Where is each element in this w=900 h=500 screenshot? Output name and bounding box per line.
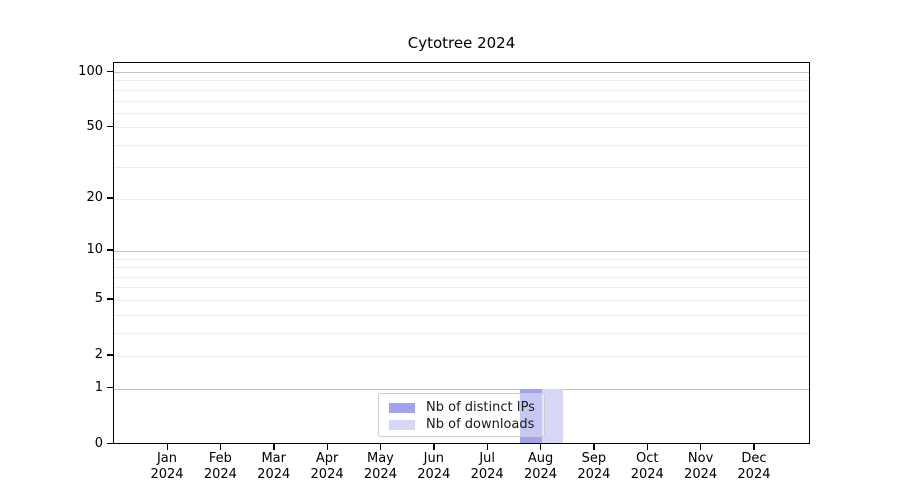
x-axis-tick	[540, 444, 541, 450]
legend-entry-distinct-ips: Nb of distinct IPs	[389, 400, 544, 416]
download-stats-chart: Cytotree 2024 0 1 2 5 10 20 50 100 Jan2024Feb202…	[0, 0, 900, 500]
gridline-minor	[114, 113, 809, 114]
legend: Nb of distinct IPs Nb of downloads	[378, 393, 545, 437]
legend-entry-downloads: Nb of downloads	[389, 417, 544, 433]
gridline-minor	[114, 287, 809, 288]
gridline-major	[114, 389, 809, 390]
x-axis-tick	[647, 444, 648, 450]
x-axis-tick-label: Jan2024	[140, 451, 194, 483]
legend-swatch-distinct-ips	[389, 403, 415, 413]
x-axis-tick	[433, 444, 434, 450]
gridline-minor	[114, 90, 809, 91]
x-axis-tick	[700, 444, 701, 450]
gridline-minor	[114, 333, 809, 334]
legend-label-distinct-ips: Nb of distinct IPs	[426, 401, 535, 415]
gridline-minor	[114, 199, 809, 200]
x-axis-tick-label: Apr2024	[300, 451, 354, 483]
x-axis-tick-label: Jun2024	[407, 451, 461, 483]
gridline-major	[114, 251, 809, 252]
gridline-minor	[114, 259, 809, 260]
gridline-minor	[114, 315, 809, 316]
gridline-minor	[114, 356, 809, 357]
x-axis-tick	[273, 444, 274, 450]
gridline-minor	[114, 101, 809, 102]
gridline-minor	[114, 145, 809, 146]
x-axis-tick	[487, 444, 488, 450]
x-axis-tick-label: Mar2024	[247, 451, 301, 483]
x-axis-tick	[380, 444, 381, 450]
gridline-minor	[114, 277, 809, 278]
y-axis-tick-label: 100	[57, 65, 103, 78]
x-axis-tick-label: Nov2024	[674, 451, 728, 483]
chart-title: Cytotree 2024	[113, 34, 810, 52]
x-axis-tick	[220, 444, 221, 450]
gridline-major	[114, 72, 809, 73]
x-axis-tick-label: May2024	[353, 451, 407, 483]
y-axis-tick	[107, 197, 113, 198]
x-axis-tick-label: Oct2024	[620, 451, 674, 483]
y-axis-tick	[107, 71, 113, 72]
y-axis-tick	[107, 298, 113, 299]
y-axis-tick-label: 2	[57, 348, 103, 361]
gridline-minor	[114, 127, 809, 128]
y-axis-tick	[107, 354, 113, 355]
x-axis-tick	[753, 444, 754, 450]
y-axis-tick	[107, 443, 113, 444]
x-axis-tick	[593, 444, 594, 450]
y-axis-tick-label: 20	[57, 191, 103, 204]
y-axis-tick-label: 1	[57, 381, 103, 394]
legend-swatch-downloads	[389, 420, 415, 430]
x-axis-tick-label: Jul2024	[460, 451, 514, 483]
x-axis-tick-label: Sep2024	[567, 451, 621, 483]
gridline-minor	[114, 267, 809, 268]
gridline-minor	[114, 80, 809, 81]
y-axis-tick	[107, 249, 113, 250]
x-axis-tick-label: Feb2024	[193, 451, 247, 483]
x-axis-tick	[167, 444, 168, 450]
y-axis-tick-label: 5	[57, 292, 103, 305]
y-axis-tick-label: 0	[57, 437, 103, 450]
y-axis-tick	[107, 126, 113, 127]
y-axis-tick-label: 50	[57, 120, 103, 133]
y-axis-tick	[107, 387, 113, 388]
plot-area	[113, 62, 810, 444]
y-axis-tick-label: 10	[57, 243, 103, 256]
gridline-minor	[114, 300, 809, 301]
x-axis-tick	[327, 444, 328, 450]
x-axis-tick-label: Aug2024	[514, 451, 568, 483]
gridline-minor	[114, 167, 809, 168]
x-axis-tick-label: Dec2024	[727, 451, 781, 483]
legend-label-downloads: Nb of downloads	[426, 418, 534, 432]
